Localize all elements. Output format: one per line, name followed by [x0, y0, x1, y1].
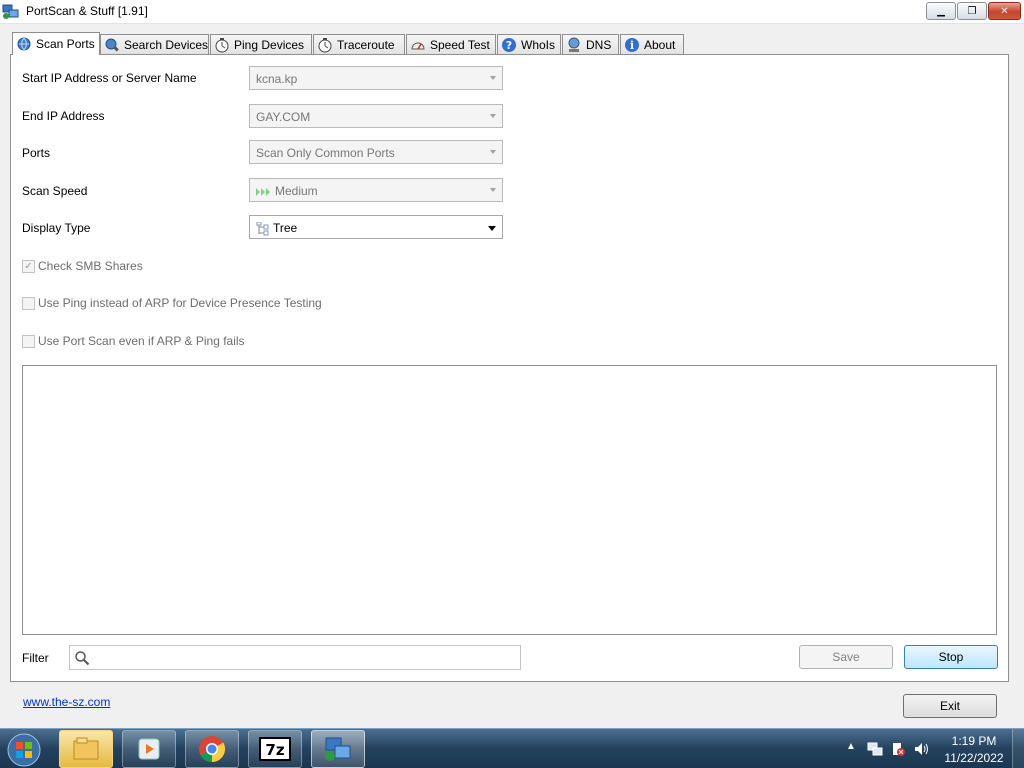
stopwatch-icon [318, 37, 332, 52]
end-ip-value: GAY.COM [256, 110, 311, 124]
window-title: PortScan & Stuff [1.91] [26, 4, 148, 18]
checkmark-icon: ✓ [22, 259, 35, 273]
close-button[interactable]: ✕ [988, 2, 1021, 20]
tab-traceroute[interactable]: Traceroute [313, 34, 405, 54]
svg-text:i: i [630, 39, 634, 52]
use-port-scan-checkbox[interactable]: Use Port Scan even if ARP & Ping fails [22, 334, 245, 348]
tree-icon [256, 221, 269, 236]
chevron-down-icon [488, 226, 496, 231]
stop-button[interactable]: Stop [904, 645, 998, 669]
svg-text:?: ? [506, 39, 512, 52]
network-icon [2, 4, 19, 19]
tab-speed-test[interactable]: Speed Test [406, 34, 496, 54]
svg-text:7z: 7z [265, 741, 284, 759]
scan-speed-combo[interactable]: Medium [249, 178, 503, 202]
scan-ports-panel: Start IP Address or Server Name kcna.kp … [10, 54, 1009, 682]
volume-icon[interactable] [913, 741, 929, 757]
ports-combo[interactable]: Scan Only Common Ports [249, 140, 503, 164]
website-link[interactable]: www.the-sz.com [23, 695, 110, 709]
use-ping-label: Use Ping instead of ARP for Device Prese… [38, 296, 322, 310]
clock-time[interactable]: 1:19 PM [944, 734, 1004, 748]
speedometer-icon [411, 42, 425, 49]
display-type-combo[interactable]: Tree [249, 215, 503, 239]
taskbar-7zip[interactable]: 7z [248, 730, 302, 768]
use-port-scan-label: Use Port Scan even if ARP & Ping fails [38, 334, 245, 348]
taskbar-explorer[interactable] [59, 730, 113, 768]
chrome-icon [199, 736, 226, 763]
ports-label: Ports [22, 146, 51, 160]
tab-scan-ports[interactable]: Scan Ports [12, 32, 100, 55]
start-ip-label: Start IP Address or Server Name [22, 71, 197, 85]
scan-speed-value: Medium [275, 184, 318, 198]
minimize-button[interactable]: ▁ [926, 2, 956, 20]
restore-icon: ❐ [967, 5, 977, 17]
windows-start-icon[interactable] [4, 731, 44, 768]
tab-ping-devices[interactable]: Ping Devices [210, 34, 312, 54]
start-ip-value: kcna.kp [256, 72, 298, 86]
tab-dns[interactable]: DNS [562, 34, 619, 54]
show-desktop-button[interactable] [1012, 729, 1024, 768]
globe-icon [17, 37, 31, 51]
taskbar: 7z ▲ 1:19 PM 11/22/2022 [0, 728, 1024, 768]
tab-label: WhoIs [521, 37, 556, 52]
info-icon: i [625, 37, 639, 52]
tab-about[interactable]: i About [620, 34, 684, 54]
globe-search-icon [105, 38, 119, 52]
taskbar-portscan[interactable] [311, 730, 365, 768]
results-tree[interactable] [22, 365, 997, 635]
ports-value: Scan Only Common Ports [256, 146, 395, 160]
question-icon: ? [502, 37, 516, 52]
taskbar-chrome[interactable] [185, 730, 239, 768]
chevron-down-icon [490, 76, 496, 80]
chevron-down-icon [490, 188, 496, 192]
filter-label: Filter [22, 651, 49, 665]
display-type-value: Tree [273, 221, 298, 235]
filter-input[interactable] [69, 645, 521, 670]
action-center-icon[interactable] [890, 741, 906, 757]
search-icon [75, 651, 90, 666]
tab-label: Traceroute [337, 37, 395, 52]
taskbar-media-player[interactable] [122, 730, 176, 768]
minimize-icon: ▁ [937, 5, 945, 17]
maximize-button[interactable]: ❐ [957, 2, 987, 20]
7zip-icon: 7z [259, 737, 291, 761]
use-ping-checkbox[interactable]: Use Ping instead of ARP for Device Prese… [22, 296, 322, 310]
tab-search-devices[interactable]: Search Devices [100, 34, 209, 54]
title-bar[interactable]: PortScan & Stuff [1.91] ▁ ❐ ✕ [0, 0, 1024, 24]
tab-whois[interactable]: ? WhoIs [497, 34, 561, 54]
network-status-icon[interactable] [867, 741, 883, 757]
checkbox-box [22, 334, 35, 348]
tab-label: DNS [586, 37, 612, 52]
end-ip-combo[interactable]: GAY.COM [249, 104, 503, 128]
exit-button[interactable]: Exit [903, 694, 997, 718]
tab-label: Speed Test [430, 37, 490, 52]
checkbox-box [22, 296, 35, 310]
tab-label: Search Devices [124, 37, 209, 52]
tab-label: Ping Devices [234, 37, 305, 52]
end-ip-label: End IP Address [22, 109, 105, 123]
start-ip-combo[interactable]: kcna.kp [249, 66, 503, 90]
speed-arrows-icon [256, 187, 270, 196]
chevron-down-icon [490, 114, 496, 118]
media-player-icon [138, 738, 160, 760]
tab-label: Scan Ports [36, 37, 95, 51]
system-tray: ▲ 1:19 PM 11/22/2022 [840, 729, 1024, 768]
scan-speed-label: Scan Speed [22, 184, 88, 198]
portscan-icon [325, 737, 351, 761]
stopwatch-icon [215, 37, 229, 52]
display-type-label: Display Type [22, 221, 91, 235]
windows-explorer-icon [73, 737, 99, 760]
check-smb-shares-checkbox[interactable]: ✓ Check SMB Shares [22, 259, 143, 273]
network-computer-icon [568, 37, 580, 52]
save-button[interactable]: Save [799, 645, 893, 669]
tab-label: About [644, 37, 676, 52]
chevron-down-icon [490, 150, 496, 154]
show-hidden-icons-icon[interactable]: ▲ [846, 741, 856, 752]
clock-date[interactable]: 11/22/2022 [944, 751, 1004, 765]
close-icon: ✕ [1000, 5, 1009, 17]
check-smb-label: Check SMB Shares [38, 259, 143, 273]
